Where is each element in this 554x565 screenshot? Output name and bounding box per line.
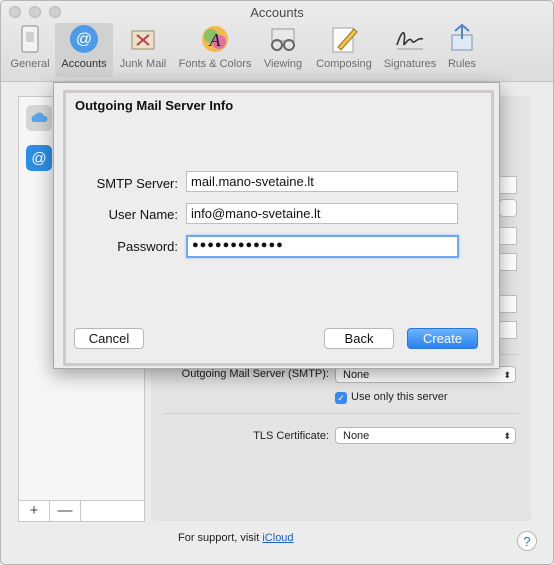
toolbar-fonts-colors-label: Fonts & Colors bbox=[178, 58, 252, 70]
cancel-button[interactable]: Cancel bbox=[74, 328, 144, 349]
sheet-title: Outgoing Mail Server Info bbox=[75, 98, 234, 113]
window-title: Accounts bbox=[250, 5, 304, 20]
sidebar-button-bar: + — bbox=[18, 500, 145, 522]
divider bbox=[163, 413, 519, 414]
outgoing-server-sheet bbox=[53, 82, 500, 369]
svg-text:@: @ bbox=[31, 150, 46, 167]
create-button[interactable]: Create bbox=[407, 328, 478, 349]
popup-arrows-icon: ⬍ bbox=[503, 370, 511, 380]
partially-hidden-field bbox=[499, 295, 517, 313]
partially-hidden-field bbox=[499, 176, 517, 194]
title-bar: Accounts General @ Accounts Junk Mail A … bbox=[1, 1, 553, 82]
toolbar-signatures-label: Signatures bbox=[383, 58, 437, 70]
partially-hidden-field bbox=[499, 227, 517, 245]
composing-pencil-icon bbox=[332, 27, 358, 53]
tls-certificate-popup[interactable]: None ⬍ bbox=[335, 427, 516, 444]
toolbar-rules[interactable]: Rules bbox=[441, 23, 483, 77]
partially-hidden-field bbox=[499, 253, 517, 271]
user-name-field[interactable]: info@mano-svetaine.lt bbox=[186, 203, 458, 224]
toolbar-junk-mail-label: Junk Mail bbox=[119, 58, 167, 70]
toolbar-composing-label: Composing bbox=[316, 58, 372, 70]
help-button[interactable]: ? bbox=[517, 531, 537, 551]
general-icon bbox=[21, 25, 39, 53]
use-only-this-server-label: Use only this server bbox=[351, 391, 448, 403]
partially-hidden-field bbox=[499, 321, 517, 339]
fonts-colors-icon: A bbox=[202, 26, 228, 52]
toolbar-general[interactable]: General bbox=[7, 23, 53, 77]
junk-mail-icon bbox=[131, 30, 155, 50]
remove-account-button[interactable]: — bbox=[50, 501, 81, 521]
rules-icon bbox=[451, 23, 473, 51]
accounts-at-icon: @ bbox=[70, 25, 98, 53]
add-account-button[interactable]: + bbox=[19, 501, 50, 521]
password-field-label: Password: bbox=[117, 239, 178, 254]
toolbar-composing[interactable]: Composing bbox=[309, 23, 379, 77]
back-button[interactable]: Back bbox=[324, 328, 394, 349]
toolbar-fonts-colors[interactable]: A Fonts & Colors bbox=[173, 23, 257, 77]
sheet-frame bbox=[63, 90, 494, 366]
toolbar-viewing[interactable]: Viewing bbox=[259, 23, 307, 77]
icloud-support-link[interactable]: iCloud bbox=[262, 532, 293, 544]
tls-certificate-value: None bbox=[343, 430, 370, 442]
mail-account-icon[interactable]: @ bbox=[26, 145, 52, 171]
use-only-this-server-checkbox[interactable]: ✓ bbox=[335, 392, 347, 404]
svg-text:@: @ bbox=[76, 31, 92, 48]
smtp-server-label: Outgoing Mail Server (SMTP): bbox=[181, 368, 329, 380]
icloud-account-icon[interactable] bbox=[26, 105, 52, 131]
toolbar-rules-label: Rules bbox=[447, 58, 477, 70]
toolbar-junk-mail[interactable]: Junk Mail bbox=[115, 23, 171, 77]
smtp-server-field[interactable]: mail.mano-svetaine.lt bbox=[186, 171, 458, 192]
user-name-field-label: User Name: bbox=[108, 207, 178, 222]
toolbar-accounts-label: Accounts bbox=[61, 58, 107, 70]
tls-certificate-label: TLS Certificate: bbox=[253, 430, 329, 442]
toolbar-accounts[interactable]: @ Accounts bbox=[55, 23, 113, 77]
signature-icon bbox=[396, 31, 424, 50]
smtp-server-value: None bbox=[343, 369, 370, 381]
support-prefix: For support, visit bbox=[178, 532, 263, 544]
smtp-server-field-label: SMTP Server: bbox=[96, 176, 178, 191]
partially-hidden-popup bbox=[499, 199, 517, 217]
popup-arrows-icon: ⬍ bbox=[503, 431, 511, 441]
svg-text:A: A bbox=[209, 30, 222, 50]
viewing-glasses-icon bbox=[271, 28, 295, 51]
toolbar-viewing-label: Viewing bbox=[263, 58, 303, 70]
toolbar-signatures[interactable]: Signatures bbox=[379, 23, 441, 77]
toolbar-general-label: General bbox=[10, 58, 50, 70]
password-field[interactable]: ●●●●●●●●●●●● bbox=[186, 235, 459, 258]
support-text: For support, visit iCloud bbox=[178, 532, 294, 544]
